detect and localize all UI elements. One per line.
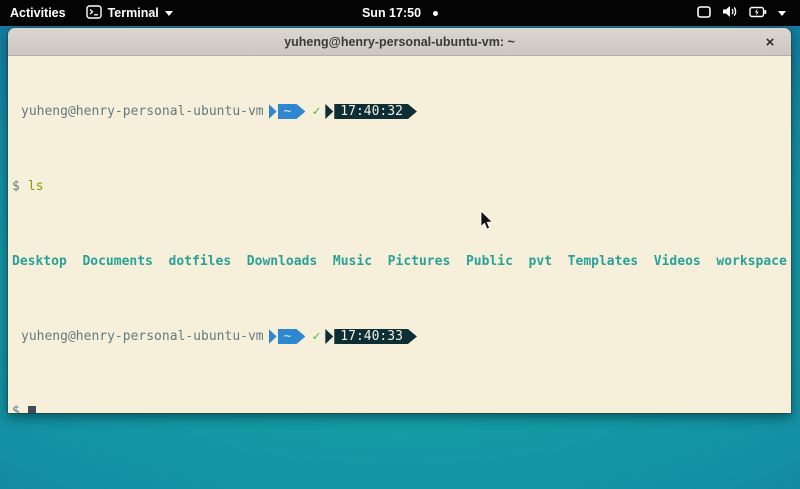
directory-name: Desktop [12, 254, 67, 269]
directory-name: Documents [82, 254, 152, 269]
powerline-arrow-icon [269, 329, 277, 344]
window-titlebar[interactable]: yuheng@henry-personal-ubuntu-vm: ~ × [8, 28, 791, 56]
powerline-arrow-icon [325, 104, 333, 119]
directory-name: Pictures [388, 254, 451, 269]
prompt-directory-segment: ~ [269, 329, 306, 344]
system-status-menu[interactable] [691, 0, 792, 26]
directory-name: Public [466, 254, 513, 269]
prompt-symbol: $ [12, 404, 20, 413]
clock-label: Sun 17:50 [362, 6, 421, 20]
prompt-time-label: 17:40:33 [334, 329, 417, 344]
command-text: ls [28, 179, 44, 194]
volume-icon [722, 5, 738, 21]
terminal-window: yuheng@henry-personal-ubuntu-vm: ~ × yuh… [8, 28, 791, 413]
top-bar-left: Activities Terminal [0, 0, 183, 26]
command-line: $ [12, 404, 791, 413]
prompt-username: yuheng@henry-personal-ubuntu-vm [12, 104, 264, 119]
window-title: yuheng@henry-personal-ubuntu-vm: ~ [284, 35, 515, 49]
app-menu-label: Terminal [108, 6, 159, 20]
prompt-time-segment: 17:40:32 [325, 104, 417, 119]
close-button[interactable]: × [757, 28, 783, 55]
directory-name: Downloads [247, 254, 317, 269]
prompt-directory-label: ~ [278, 329, 306, 344]
directory-name: workspace [716, 254, 786, 269]
terminal-cursor [28, 406, 36, 414]
prompt-time-label: 17:40:32 [334, 104, 417, 119]
directory-name: Videos [654, 254, 701, 269]
prompt-directory-segment: ~ [269, 104, 306, 119]
command-line: $ ls [12, 179, 791, 194]
directory-name: pvt [529, 254, 552, 269]
ls-output: Desktop Documents dotfiles Downloads Music Pi… [12, 254, 791, 269]
directory-name: Templates [568, 254, 638, 269]
powerline-arrow-icon [269, 104, 277, 119]
terminal-icon [86, 5, 102, 22]
mouse-cursor-icon [480, 210, 495, 236]
prompt-status-check-icon: ✓ [312, 104, 320, 119]
activities-button[interactable]: Activities [0, 0, 76, 26]
prompt-time-segment: 17:40:33 [325, 329, 417, 344]
terminal-content[interactable]: yuheng@henry-personal-ubuntu-vm ~ ✓ 17:4… [8, 56, 791, 413]
chevron-down-icon [165, 11, 173, 16]
app-menu-terminal[interactable]: Terminal [76, 0, 183, 26]
battery-charging-icon [749, 6, 767, 21]
powerline-arrow-icon [325, 329, 333, 344]
prompt-symbol: $ [12, 179, 20, 194]
top-bar-right [691, 0, 800, 26]
prompt-line: yuheng@henry-personal-ubuntu-vm ~ ✓ 17:4… [12, 104, 791, 119]
directory-name: Music [333, 254, 372, 269]
prompt-directory-label: ~ [278, 104, 306, 119]
directory-name: dotfiles [169, 254, 232, 269]
display-icon [697, 6, 711, 21]
chevron-down-icon [778, 11, 786, 16]
clock-button[interactable]: Sun 17:50 [352, 0, 448, 26]
notification-dot-icon [433, 11, 438, 16]
prompt-status-check-icon: ✓ [312, 329, 320, 344]
prompt-username: yuheng@henry-personal-ubuntu-vm [12, 329, 264, 344]
prompt-line: yuheng@henry-personal-ubuntu-vm ~ ✓ 17:4… [12, 329, 791, 344]
top-bar-center: Sun 17:50 [352, 0, 448, 26]
top-bar: Activities Terminal Sun 17:50 [0, 0, 800, 26]
